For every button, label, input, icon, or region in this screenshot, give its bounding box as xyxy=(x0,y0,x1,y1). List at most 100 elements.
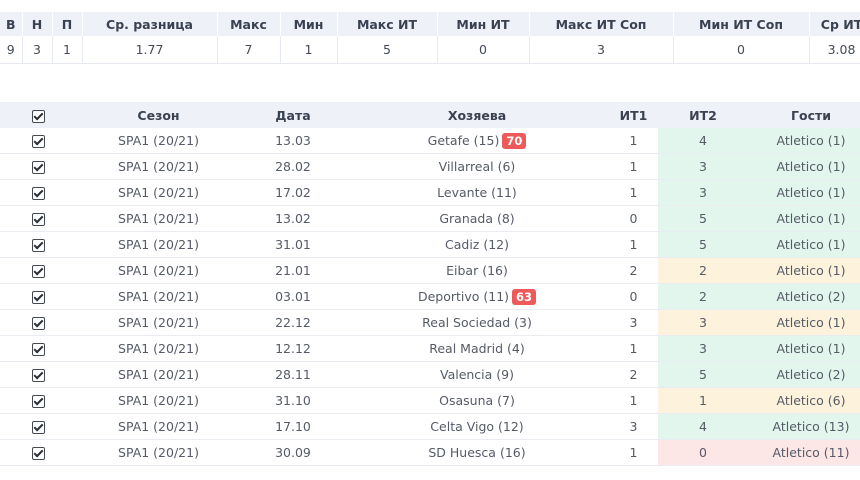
select-all-checkbox[interactable] xyxy=(0,102,76,128)
table-row[interactable]: SPA1 (20/21) 17.10 Celta Vigo (12) 3 4 Atleti… xyxy=(0,413,860,440)
cell-it1: 0 xyxy=(609,205,658,232)
row-checkbox[interactable] xyxy=(0,153,76,180)
cell-host[interactable]: SD Huesca (16) xyxy=(345,439,609,466)
stats-header-wins[interactable]: В xyxy=(0,12,23,36)
cell-host[interactable]: Levante (11) xyxy=(345,179,609,206)
stats-header-max[interactable]: Макс xyxy=(217,12,281,36)
row-checkbox[interactable] xyxy=(0,179,76,206)
cell-host[interactable]: Osasuna (7) xyxy=(345,387,609,414)
cell-host[interactable]: Cadiz (12) xyxy=(345,231,609,258)
cell-season: SPA1 (20/21) xyxy=(76,309,241,336)
row-checkbox[interactable] xyxy=(0,283,76,310)
stats-header-losses[interactable]: П xyxy=(52,12,83,36)
cell-host[interactable]: Granada (8) xyxy=(345,205,609,232)
cell-guest[interactable]: Atletico (1) xyxy=(748,231,860,258)
row-checkbox[interactable] xyxy=(0,128,76,154)
stats-header-avg-it[interactable]: Ср ИТ xyxy=(809,12,860,36)
table-row[interactable]: SPA1 (20/21) 31.01 Cadiz (12) 1 5 Atletico (1… xyxy=(0,231,860,258)
row-checkbox[interactable] xyxy=(0,205,76,232)
table-row[interactable]: SPA1 (20/21) 17.02 Levante (11) 1 3 Atletico … xyxy=(0,179,860,206)
host-team-name[interactable]: Eibar (16) xyxy=(446,263,508,278)
stats-values-row: 9 3 1 1.77 7 1 5 0 3 0 3.08 xyxy=(0,36,860,64)
table-row[interactable]: SPA1 (20/21) 30.09 SD Huesca (16) 1 0 Atletic… xyxy=(0,439,860,466)
column-header-guest[interactable]: Гости xyxy=(748,102,860,128)
cell-host[interactable]: Eibar (16) xyxy=(345,257,609,284)
host-team-name[interactable]: Getafe (15) xyxy=(428,133,500,148)
cell-host[interactable]: Deportivo (11) 63 xyxy=(345,283,609,310)
cell-host[interactable]: Real Sociedad (3) xyxy=(345,309,609,336)
row-checkbox[interactable] xyxy=(0,309,76,336)
row-checkbox[interactable] xyxy=(0,439,76,466)
stats-header-row: В Н П Ср. разница Макс Мин Макс ИТ Мин И… xyxy=(0,12,860,36)
stats-header-draws[interactable]: Н xyxy=(22,12,53,36)
host-team-name[interactable]: Real Madrid (4) xyxy=(429,341,525,356)
column-header-date[interactable]: Дата xyxy=(241,102,345,128)
column-header-season[interactable]: Сезон xyxy=(76,102,241,128)
stats-header-avg-diff[interactable]: Ср. разница xyxy=(82,12,218,36)
cell-host[interactable]: Celta Vigo (12) xyxy=(345,413,609,440)
host-team-name[interactable]: Real Sociedad (3) xyxy=(422,315,532,330)
cell-guest[interactable]: Atletico (1) xyxy=(748,335,860,362)
cell-it1: 1 xyxy=(609,231,658,258)
cell-host[interactable]: Valencia (9) xyxy=(345,361,609,388)
cell-guest[interactable]: Atletico (1) xyxy=(748,257,860,284)
table-row[interactable]: SPA1 (20/21) 13.03 Getafe (15) 70 1 4 Atletico… xyxy=(0,128,860,154)
host-team-name[interactable]: Levante (11) xyxy=(437,185,517,200)
row-checkbox[interactable] xyxy=(0,231,76,258)
cell-season: SPA1 (20/21) xyxy=(76,205,241,232)
cell-date: 30.09 xyxy=(241,439,345,466)
stats-header-max-it[interactable]: Макс ИТ xyxy=(337,12,438,36)
host-team-name[interactable]: Celta Vigo (12) xyxy=(430,419,523,434)
cell-host[interactable]: Real Madrid (4) xyxy=(345,335,609,362)
column-header-it1[interactable]: ИТ1 xyxy=(609,102,658,128)
cell-guest[interactable]: Atletico (1) xyxy=(748,309,860,336)
cell-it1: 3 xyxy=(609,413,658,440)
cell-date: 31.01 xyxy=(241,231,345,258)
host-team-name[interactable]: Granada (8) xyxy=(439,211,514,226)
host-team-name[interactable]: Valencia (9) xyxy=(440,367,514,382)
row-checkbox[interactable] xyxy=(0,257,76,284)
cell-guest[interactable]: Atletico (11) xyxy=(748,439,860,466)
table-row[interactable]: SPA1 (20/21) 03.01 Deportivo (11) 63 0 2 Atlet… xyxy=(0,283,860,310)
table-row[interactable]: SPA1 (20/21) 13.02 Granada (8) 0 5 Atletico (… xyxy=(0,205,860,232)
cell-guest[interactable]: Atletico (2) xyxy=(748,283,860,310)
cell-it1: 0 xyxy=(609,283,658,310)
cell-guest[interactable]: Atletico (6) xyxy=(748,387,860,414)
cell-it2: 0 xyxy=(658,439,748,466)
stats-header-min-it[interactable]: Мин ИТ xyxy=(437,12,530,36)
cell-host[interactable]: Getafe (15) 70 xyxy=(345,128,609,154)
cell-guest[interactable]: Atletico (2) xyxy=(748,361,860,388)
host-team-name[interactable]: Cadiz (12) xyxy=(445,237,509,252)
row-checkbox[interactable] xyxy=(0,335,76,362)
host-team-name[interactable]: Villarreal (6) xyxy=(439,159,516,174)
stats-header-min[interactable]: Мин xyxy=(280,12,338,36)
stats-header-min-it-opp[interactable]: Мин ИТ Соп xyxy=(673,12,810,36)
cell-host[interactable]: Villarreal (6) xyxy=(345,153,609,180)
host-team-name[interactable]: SD Huesca (16) xyxy=(428,445,525,460)
column-header-host[interactable]: Хозяева xyxy=(345,102,609,128)
cell-guest[interactable]: Atletico (1) xyxy=(748,205,860,232)
table-row[interactable]: SPA1 (20/21) 31.10 Osasuna (7) 1 1 Atletico (… xyxy=(0,387,860,414)
cell-guest[interactable]: Atletico (1) xyxy=(748,128,860,154)
cell-guest[interactable]: Atletico (13) xyxy=(748,413,860,440)
cell-guest[interactable]: Atletico (1) xyxy=(748,179,860,206)
cell-guest[interactable]: Atletico (1) xyxy=(748,153,860,180)
column-header-it2[interactable]: ИТ2 xyxy=(658,102,748,128)
checkbox-checked-icon xyxy=(31,369,45,382)
row-checkbox[interactable] xyxy=(0,361,76,388)
host-team-name[interactable]: Osasuna (7) xyxy=(439,393,515,408)
cell-season: SPA1 (20/21) xyxy=(76,231,241,258)
host-team-name[interactable]: Deportivo (11) xyxy=(418,289,509,304)
table-row[interactable]: SPA1 (20/21) 28.02 Villarreal (6) 1 3 Atletic… xyxy=(0,153,860,180)
cell-date: 12.12 xyxy=(241,335,345,362)
table-row[interactable]: SPA1 (20/21) 21.01 Eibar (16) 2 2 Atletico (1… xyxy=(0,257,860,284)
table-row[interactable]: SPA1 (20/21) 22.12 Real Sociedad (3) 3 3 Atle… xyxy=(0,309,860,336)
row-checkbox[interactable] xyxy=(0,387,76,414)
stats-header-max-it-opp[interactable]: Макс ИТ Соп xyxy=(529,12,674,36)
cell-it2: 2 xyxy=(658,257,748,284)
stats-value-max-it: 5 xyxy=(337,36,438,64)
table-row[interactable]: SPA1 (20/21) 28.11 Valencia (9) 2 5 Atletico … xyxy=(0,361,860,388)
row-checkbox[interactable] xyxy=(0,413,76,440)
table-row[interactable]: SPA1 (20/21) 12.12 Real Madrid (4) 1 3 Atleti… xyxy=(0,335,860,362)
cell-it1: 3 xyxy=(609,309,658,336)
